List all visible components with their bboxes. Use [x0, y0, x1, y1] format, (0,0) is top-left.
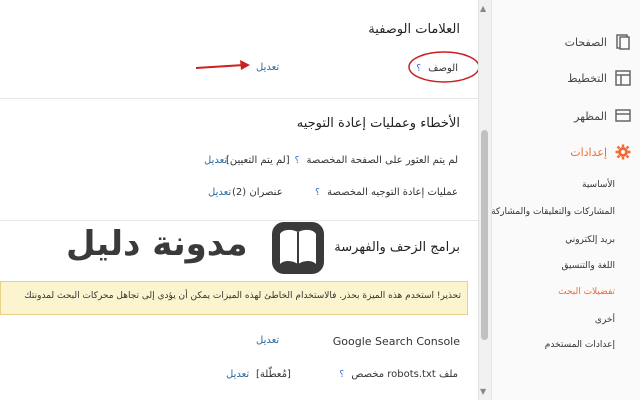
- watermark-text: مدونة دليل: [66, 224, 248, 264]
- robots-txt-label: ملف robots.txt مخصص: [351, 369, 458, 380]
- section-divider: [0, 98, 478, 99]
- help-icon[interactable]: ؟: [416, 64, 421, 74]
- sidebar-item-label: إعدادات: [570, 145, 607, 159]
- warning-banner: تحذير! استخدم هذه الميزة بحذر. فالاستخدا…: [0, 281, 468, 315]
- edit-robots-txt-link[interactable]: تعديل: [226, 369, 249, 380]
- crawlers-indexing-title: برامج الزحف والفهرسة: [334, 240, 460, 255]
- edit-search-console-link[interactable]: تعديل: [256, 335, 279, 346]
- sidebar-item-label: المظهر: [574, 109, 607, 123]
- pages-icon: [616, 34, 630, 50]
- custom-redirects-row: عمليات إعادة التوجيه المخصصة ؟: [311, 187, 458, 198]
- book-logo-icon: [272, 222, 324, 274]
- sidebar-subitem-email[interactable]: بريد إلكتروني: [565, 235, 615, 245]
- custom-404-row: لم يتم العثور على الصفحة المخصصة ؟: [291, 155, 458, 166]
- errors-redirects-title: الأخطاء وعمليات إعادة التوجيه: [296, 116, 460, 131]
- sidebar-subitem-other[interactable]: أخرى: [595, 315, 615, 325]
- sidebar-item-theme[interactable]: المظهر: [574, 108, 631, 124]
- sidebar-subitem-search-preferences[interactable]: تفضيلات البحث: [558, 287, 615, 297]
- help-icon[interactable]: ؟: [339, 370, 344, 380]
- robots-txt-value: [مُعطّلة]: [256, 369, 291, 380]
- scroll-up-icon[interactable]: ▲: [480, 4, 486, 13]
- settings-main-panel: العلامات الوصفية الوصف ؟ تعديل الأخطاء و…: [0, 0, 478, 400]
- warning-text: تحذير! استخدم هذه الميزة بحذر. فالاستخدا…: [24, 291, 461, 301]
- custom-404-label: لم يتم العثور على الصفحة المخصصة: [306, 155, 458, 166]
- sidebar-subitem-language[interactable]: اللغة والتنسيق: [561, 261, 615, 271]
- help-icon[interactable]: ؟: [315, 188, 320, 198]
- description-label: الوصف: [428, 63, 458, 74]
- sidebar-item-settings[interactable]: إعدادات: [570, 144, 631, 160]
- sidebar-subitem-user-settings[interactable]: إعدادات المستخدم: [545, 340, 615, 350]
- vertical-scrollbar[interactable]: ▲ ▼: [478, 0, 491, 400]
- edit-description-link[interactable]: تعديل: [256, 62, 279, 73]
- sidebar-item-layout[interactable]: التخطيط: [567, 70, 631, 86]
- robots-txt-row: ملف robots.txt مخصص ؟: [335, 369, 458, 380]
- theme-icon: [615, 109, 631, 122]
- sidebar-subitem-posts[interactable]: المشاركات والتعليقات والمشاركة: [491, 207, 615, 217]
- custom-redirects-value: عنصران (2): [232, 187, 283, 198]
- edit-custom-404-link[interactable]: تعديل: [204, 155, 227, 166]
- watermark-logo: مدونة دليل: [66, 218, 334, 280]
- search-console-label: Google Search Console: [332, 335, 460, 348]
- custom-404-value: [لم يتم التعيين]: [226, 155, 290, 166]
- gear-icon: [615, 144, 631, 160]
- help-icon[interactable]: ؟: [295, 156, 300, 166]
- description-row: الوصف ؟: [412, 63, 458, 74]
- sidebar-item-label: الصفحات: [564, 35, 607, 49]
- sidebar-item-label: التخطيط: [567, 71, 607, 85]
- layout-icon: [615, 70, 631, 86]
- sidebar-item-pages[interactable]: الصفحات: [565, 34, 631, 50]
- sidebar-subitem-basic[interactable]: الأساسية: [582, 180, 615, 190]
- edit-custom-redirects-link[interactable]: تعديل: [208, 187, 231, 198]
- scroll-thumb[interactable]: [481, 130, 488, 340]
- meta-tags-title: العلامات الوصفية: [368, 22, 460, 37]
- scroll-down-icon[interactable]: ▼: [480, 387, 486, 396]
- sidebar-nav: الصفحات التخطيط المظهر إعدادات الأساسية …: [491, 0, 640, 400]
- custom-redirects-label: عمليات إعادة التوجيه المخصصة: [327, 187, 458, 198]
